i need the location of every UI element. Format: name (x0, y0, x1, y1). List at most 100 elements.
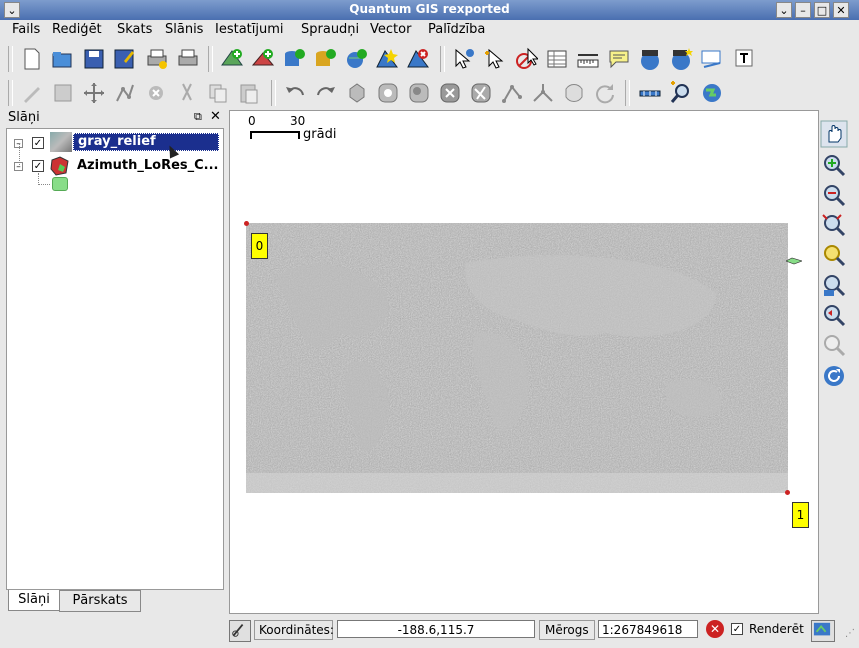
new-vector-layer-icon[interactable] (375, 47, 399, 71)
panel-splitter[interactable] (223, 110, 228, 612)
zoom-out-icon[interactable] (820, 182, 848, 210)
gps-tools-icon[interactable] (638, 81, 662, 105)
toggle-extents-icon[interactable] (229, 620, 251, 642)
print-composer-icon[interactable] (145, 47, 169, 71)
status-bar: Koordinātes: -188.6,115.7 Mērogs 1:26784… (0, 616, 859, 644)
zoom-selection-icon[interactable] (669, 81, 693, 105)
toolbar-grip[interactable] (8, 80, 13, 106)
tab-slani[interactable]: Slāņi (8, 590, 60, 611)
remove-layer-icon[interactable] (406, 47, 430, 71)
undo-icon[interactable] (283, 81, 307, 105)
redo-icon[interactable] (314, 81, 338, 105)
menu-iestatijumi[interactable]: Iestatījumi (215, 22, 284, 37)
stop-render-icon[interactable]: ✕ (706, 620, 724, 638)
window-titlebar: ⌄ Quantum GIS rexported ⌄ – □ ✕ (0, 0, 859, 20)
reshape-icon[interactable] (593, 81, 617, 105)
home-bookmark-icon[interactable] (638, 47, 662, 71)
save-edits-icon[interactable] (51, 81, 75, 105)
measure-line-icon[interactable] (576, 47, 600, 71)
add-wms-layer-icon[interactable] (344, 47, 368, 71)
simplify-feature-icon[interactable] (345, 81, 369, 105)
toolbar-grip[interactable] (440, 46, 445, 72)
toolbar-main (0, 42, 859, 76)
zoom-in-icon[interactable] (820, 152, 848, 180)
new-project-icon[interactable] (20, 47, 44, 71)
toolbar-edit (0, 76, 859, 110)
map-canvas[interactable]: 0 30 grādi 0 1 (229, 110, 819, 614)
layer-item-gray-relief[interactable]: gray_relief (73, 133, 219, 151)
toolbar-grip[interactable] (8, 46, 13, 72)
move-vertex-icon[interactable] (500, 81, 524, 105)
window-title: Quantum GIS rexported (349, 2, 510, 16)
map-tips-icon[interactable] (607, 47, 631, 71)
cut-features-icon[interactable] (175, 81, 199, 105)
delete-part-icon[interactable] (469, 81, 493, 105)
menu-fails[interactable]: Fails (12, 22, 40, 37)
scalebar-end-label: 30 (290, 114, 306, 128)
capture-point-icon[interactable] (82, 81, 106, 105)
split-features-icon[interactable] (531, 81, 555, 105)
toggle-editing-icon[interactable] (20, 81, 44, 105)
add-vector-layer-icon[interactable] (220, 47, 244, 71)
paste-features-icon[interactable] (237, 81, 261, 105)
zoom-to-selection-icon[interactable] (820, 272, 848, 300)
close-panel-icon[interactable]: ✕ (210, 109, 221, 124)
menu-palidziba[interactable]: Palīdzība (428, 22, 485, 37)
render-label: Renderēt (749, 622, 804, 636)
resize-grip-icon[interactable]: ⋰ (845, 628, 855, 639)
window-close-button[interactable]: ✕ (833, 2, 849, 18)
print-icon[interactable] (176, 47, 200, 71)
corner-marker (785, 490, 790, 495)
toolbar-grip[interactable] (271, 80, 276, 106)
layer-item-azimuth[interactable]: Azimuth_LoRes_C... (77, 158, 219, 173)
tree-line (38, 184, 50, 186)
open-project-icon[interactable] (50, 47, 74, 71)
layer-visibility-checkbox[interactable]: ✓ (32, 137, 44, 149)
merge-features-icon[interactable] (562, 81, 586, 105)
delete-ring-icon[interactable] (438, 81, 462, 105)
capture-polygon-icon[interactable] (144, 81, 168, 105)
undock-icon[interactable]: ⧉ (194, 110, 202, 124)
add-island-icon[interactable] (407, 81, 431, 105)
deselect-features-icon[interactable] (514, 47, 540, 71)
add-postgis-layer-icon[interactable] (282, 47, 306, 71)
add-ring-icon[interactable] (376, 81, 400, 105)
add-spatialite-layer-icon[interactable] (313, 47, 337, 71)
projection-icon[interactable] (700, 81, 724, 105)
toolbar-grip[interactable] (625, 80, 630, 106)
layer-visibility-checkbox[interactable]: ✓ (32, 160, 44, 172)
identify-icon[interactable] (452, 47, 476, 71)
tab-parskats[interactable]: Pārskats (59, 590, 141, 612)
save-project-icon[interactable] (82, 47, 106, 71)
window-minimize-button[interactable]: – (795, 2, 811, 18)
scale-field[interactable]: 1:267849618 (598, 620, 698, 638)
attribute-table-icon[interactable] (545, 47, 569, 71)
coords-field[interactable]: -188.6,115.7 (337, 620, 535, 638)
menu-slanis[interactable]: Slānis (165, 22, 203, 37)
select-features-icon[interactable] (483, 47, 507, 71)
projection-status-icon[interactable] (811, 620, 835, 642)
menu-vector[interactable]: Vector (370, 22, 411, 37)
menu-skats[interactable]: Skats (117, 22, 152, 37)
copy-features-icon[interactable] (206, 81, 230, 105)
add-raster-layer-icon[interactable] (251, 47, 275, 71)
save-as-icon[interactable] (112, 47, 136, 71)
zoom-to-layer-icon[interactable] (820, 242, 848, 270)
pan-hand-icon[interactable] (820, 120, 848, 148)
spellcheck-label-icon[interactable] (700, 47, 724, 71)
text-annotation-icon[interactable] (733, 47, 757, 71)
panel-tabs: Slāņi Pārskats (6, 590, 222, 612)
zoom-next-icon[interactable] (820, 332, 848, 360)
zoom-full-icon[interactable] (820, 212, 848, 240)
menu-rediget[interactable]: Rediģēt (52, 22, 102, 37)
new-bookmark-icon[interactable] (669, 47, 693, 71)
zoom-last-icon[interactable] (820, 302, 848, 330)
menu-spraudni[interactable]: Spraudņi (301, 22, 359, 37)
refresh-icon[interactable] (820, 362, 848, 390)
window-shade-button[interactable]: ⌄ (776, 2, 792, 18)
window-maximize-button[interactable]: □ (814, 2, 830, 18)
map-label-1: 1 (792, 502, 809, 528)
toolbar-grip[interactable] (208, 46, 213, 72)
capture-line-icon[interactable] (113, 81, 137, 105)
render-checkbox[interactable]: ✓ (731, 623, 743, 635)
